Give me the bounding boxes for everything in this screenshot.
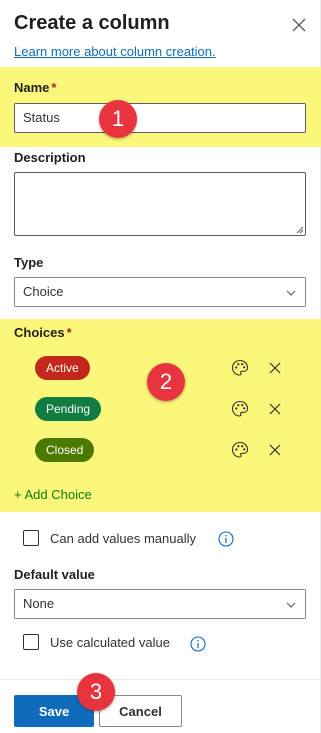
panel-title: Create a column bbox=[14, 12, 170, 34]
choice-pill[interactable]: Pending bbox=[35, 397, 102, 421]
name-label: Name * bbox=[14, 80, 56, 95]
default-value-label: Default value bbox=[14, 567, 95, 582]
type-dropdown[interactable]: Choice bbox=[14, 277, 306, 307]
add-choice-button[interactable]: + Add Choice bbox=[14, 487, 92, 502]
description-label: Description bbox=[14, 150, 86, 165]
calculated-value-checkbox[interactable] bbox=[23, 634, 39, 650]
description-textarea[interactable] bbox=[14, 172, 306, 236]
footer-divider bbox=[0, 679, 321, 680]
default-value-dropdown[interactable]: None bbox=[14, 589, 306, 619]
chevron-down-icon bbox=[286, 602, 296, 608]
step-badge-2: 2 bbox=[147, 363, 185, 401]
learn-more-link[interactable]: Learn more about column creation. bbox=[14, 44, 216, 59]
info-icon[interactable] bbox=[218, 531, 234, 547]
resize-grip-icon[interactable] bbox=[296, 226, 304, 234]
chevron-down-icon bbox=[286, 290, 296, 296]
name-input[interactable]: Status bbox=[14, 103, 306, 133]
required-mark: * bbox=[51, 80, 57, 95]
step-badge-3: 3 bbox=[77, 673, 115, 711]
palette-icon[interactable] bbox=[231, 359, 249, 377]
remove-icon[interactable] bbox=[268, 402, 282, 416]
step-badge-1: 1 bbox=[99, 100, 137, 138]
type-selected-value: Choice bbox=[23, 284, 64, 299]
choice-pill[interactable]: Active bbox=[35, 356, 90, 380]
choice-pill[interactable]: Closed bbox=[35, 438, 95, 462]
choices-label: Choices * bbox=[14, 325, 72, 340]
choices-label-text: Choices bbox=[14, 325, 65, 340]
required-mark: * bbox=[66, 325, 72, 340]
default-value-selected: None bbox=[23, 596, 55, 611]
name-label-text: Name bbox=[14, 80, 50, 95]
manual-values-checkbox[interactable] bbox=[23, 530, 39, 546]
palette-icon[interactable] bbox=[231, 441, 249, 459]
info-icon[interactable] bbox=[190, 636, 206, 652]
create-column-panel: Create a column Learn more about column … bbox=[0, 0, 321, 733]
remove-icon[interactable] bbox=[268, 361, 282, 375]
close-icon bbox=[292, 18, 306, 32]
palette-icon[interactable] bbox=[231, 400, 249, 418]
remove-icon[interactable] bbox=[268, 443, 282, 457]
type-label: Type bbox=[14, 255, 44, 270]
calculated-value-label: Use calculated value bbox=[50, 635, 170, 650]
close-button[interactable] bbox=[288, 14, 310, 36]
manual-values-label: Can add values manually bbox=[50, 531, 196, 546]
